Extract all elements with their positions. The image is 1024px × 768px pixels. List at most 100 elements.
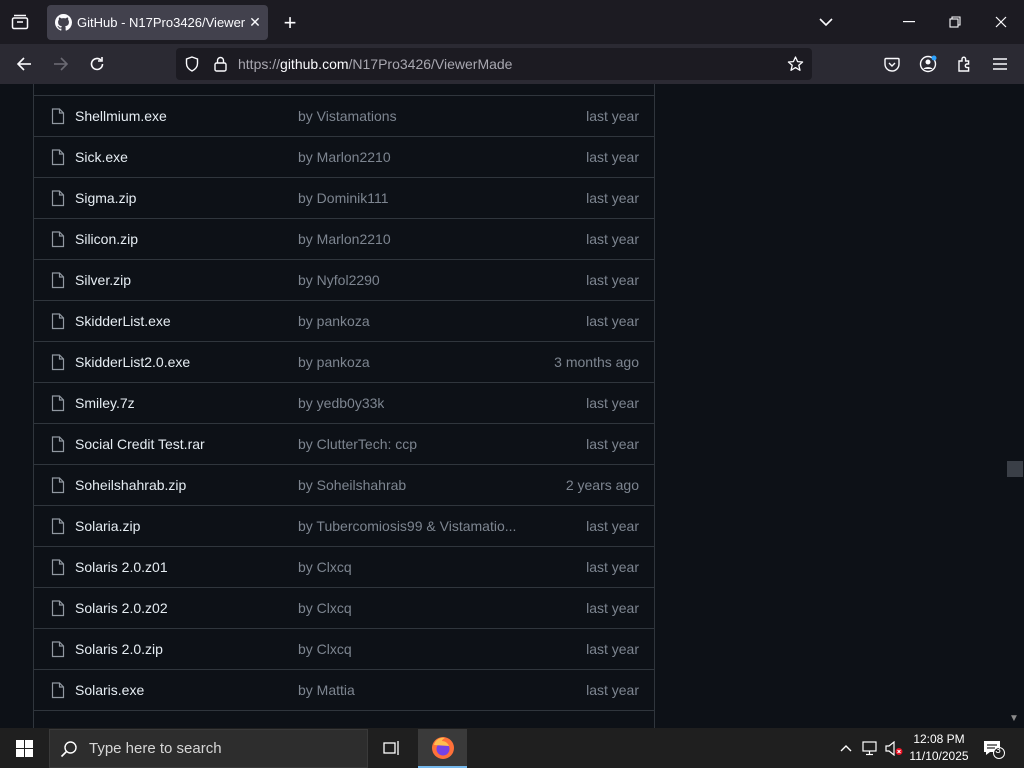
file-icon (51, 477, 65, 494)
file-date: last year (586, 600, 639, 616)
close-window-icon[interactable] (990, 12, 1012, 32)
file-name-link[interactable]: Solaris 2.0.z02 (75, 600, 168, 616)
taskbar-search-placeholder: Type here to search (89, 740, 222, 757)
volume-muted-icon[interactable] (884, 739, 904, 757)
file-row[interactable]: Silver.zip by Nyfol2290 last year (33, 260, 655, 301)
tab-strip: GitHub - N17Pro3426/ViewerMade ✕ + (0, 0, 1024, 44)
file-row[interactable]: Solaris.exe by Mattia last year (33, 670, 655, 711)
url-scheme: https:// (238, 56, 281, 72)
scroll-down-arrow-icon[interactable]: ▼ (1009, 713, 1019, 724)
file-date: last year (586, 518, 639, 534)
account-icon[interactable] (916, 53, 940, 75)
file-name-link[interactable]: Solaris 2.0.zip (75, 641, 163, 657)
file-date: last year (586, 682, 639, 698)
file-row[interactable]: Silicon.zip by Marlon2210 last year (33, 219, 655, 260)
file-row[interactable]: Soheilshahrab.zip by Soheilshahrab 2 years… (33, 465, 655, 506)
file-author: by Mattia (298, 682, 355, 698)
bookmark-star-icon[interactable] (784, 54, 806, 74)
file-row[interactable]: Solaris 2.0.zip by Clxcq last year (33, 629, 655, 670)
file-row[interactable]: SkidderList2.0.exe by pankoza 3 months ago (33, 342, 655, 383)
file-icon (51, 559, 65, 576)
file-date: last year (586, 436, 639, 452)
file-row[interactable]: Solaria.zip by Tubercomiosis99 & Vistamat… (33, 506, 655, 547)
file-icon (51, 313, 65, 330)
file-name-link[interactable]: SkidderList2.0.exe (75, 354, 190, 370)
file-name-link[interactable]: Solaria.zip (75, 518, 140, 534)
file-date: last year (586, 395, 639, 411)
tab-github[interactable]: GitHub - N17Pro3426/ViewerMade ✕ (47, 5, 268, 40)
url-text[interactable]: https://github.com/N17Pro3426/ViewerMade (238, 56, 512, 72)
file-row[interactable]: Shellmium.exe by Vistamations last year (33, 96, 655, 137)
address-bar[interactable]: https://github.com/N17Pro3426/ViewerMade (176, 48, 812, 80)
file-name-link[interactable]: Silicon.zip (75, 231, 138, 247)
file-icon (51, 272, 65, 289)
file-name-link[interactable]: Shellmium.exe (75, 108, 167, 124)
taskbar-firefox-button[interactable] (418, 729, 467, 768)
file-icon (51, 108, 65, 125)
show-hidden-icons-chevron-icon[interactable] (837, 739, 855, 757)
firefox-icon (432, 737, 454, 759)
file-name-link[interactable]: Solaris.exe (75, 682, 144, 698)
file-date: last year (586, 313, 639, 329)
file-name-link[interactable]: Soheilshahrab.zip (75, 477, 186, 493)
tab-close-icon[interactable]: ✕ (246, 13, 264, 31)
file-date: last year (586, 231, 639, 247)
clock-time: 12:08 PM (913, 732, 965, 746)
file-icon (51, 436, 65, 453)
file-name-link[interactable]: Sick.exe (75, 149, 128, 165)
file-author: by Marlon2210 (298, 149, 391, 165)
windows-start-icon[interactable] (12, 738, 36, 758)
save-to-pocket-icon[interactable] (880, 53, 904, 75)
file-row[interactable]: Smiley.7z by yedb0y33k last year (33, 383, 655, 424)
file-icon (51, 354, 65, 371)
file-name-link[interactable]: Sigma.zip (75, 190, 136, 206)
taskbar-search-box[interactable]: Type here to search (49, 729, 368, 768)
back-arrow-icon[interactable] (12, 53, 36, 75)
clock-date: 11/10/2025 (909, 749, 969, 763)
file-row[interactable]: Sick.exe by Marlon2210 last year (33, 137, 655, 178)
table-row-partial (33, 84, 655, 96)
file-date: 2 years ago (565, 477, 639, 493)
url-host: github.com (280, 56, 349, 72)
file-name-link[interactable]: Solaris 2.0.z01 (75, 559, 168, 575)
tracking-protection-shield-icon[interactable] (182, 54, 202, 74)
network-icon[interactable] (860, 739, 880, 757)
reload-icon[interactable] (85, 53, 109, 75)
notifications-icon[interactable]: 3 (981, 738, 1007, 760)
file-date: last year (586, 108, 639, 124)
forward-arrow-icon[interactable] (49, 53, 73, 75)
file-author: by Nyfol2290 (298, 272, 380, 288)
file-date: last year (586, 641, 639, 657)
file-author: by Clxcq (298, 641, 352, 657)
file-author: by Clxcq (298, 559, 352, 575)
list-all-tabs-icon[interactable] (815, 12, 837, 32)
file-name-link[interactable]: SkidderList.exe (75, 313, 171, 329)
minimize-icon[interactable] (898, 12, 920, 32)
task-view-icon[interactable] (380, 738, 404, 758)
tab-overview-icon[interactable] (8, 11, 32, 33)
file-author: by Vistamations (298, 108, 397, 124)
file-author: by Marlon2210 (298, 231, 391, 247)
file-name-link[interactable]: Smiley.7z (75, 395, 135, 411)
file-row[interactable]: Social Credit Test.rar by ClutterTech: cc… (33, 424, 655, 465)
restore-icon[interactable] (944, 12, 966, 32)
file-icon (51, 231, 65, 248)
file-row[interactable]: Solaris 2.0.z01 by Clxcq last year (33, 547, 655, 588)
file-author: by Soheilshahrab (298, 477, 407, 493)
file-name-link[interactable]: Social Credit Test.rar (75, 436, 205, 452)
table-row-partial (33, 711, 655, 728)
file-row[interactable]: Sigma.zip by Dominik111 last year (33, 178, 655, 219)
system-clock[interactable]: 12:08 PM 11/10/2025 (904, 731, 974, 765)
scrollbar-thumb[interactable] (1007, 461, 1023, 477)
file-list: Shellmium.exe by Vistamations last year Sic… (33, 84, 655, 728)
file-icon (51, 600, 65, 617)
notification-count: 3 (995, 745, 1001, 756)
menu-hamburger-icon[interactable] (988, 53, 1012, 75)
file-name-link[interactable]: Silver.zip (75, 272, 131, 288)
file-author: by Tubercomiosis99 & Vistamatio... (298, 518, 517, 534)
file-row[interactable]: SkidderList.exe by pankoza last year (33, 301, 655, 342)
new-tab-icon[interactable]: + (279, 10, 301, 35)
file-row[interactable]: Solaris 2.0.z02 by Clxcq last year (33, 588, 655, 629)
lock-icon[interactable] (210, 54, 230, 74)
extensions-icon[interactable] (952, 53, 976, 75)
